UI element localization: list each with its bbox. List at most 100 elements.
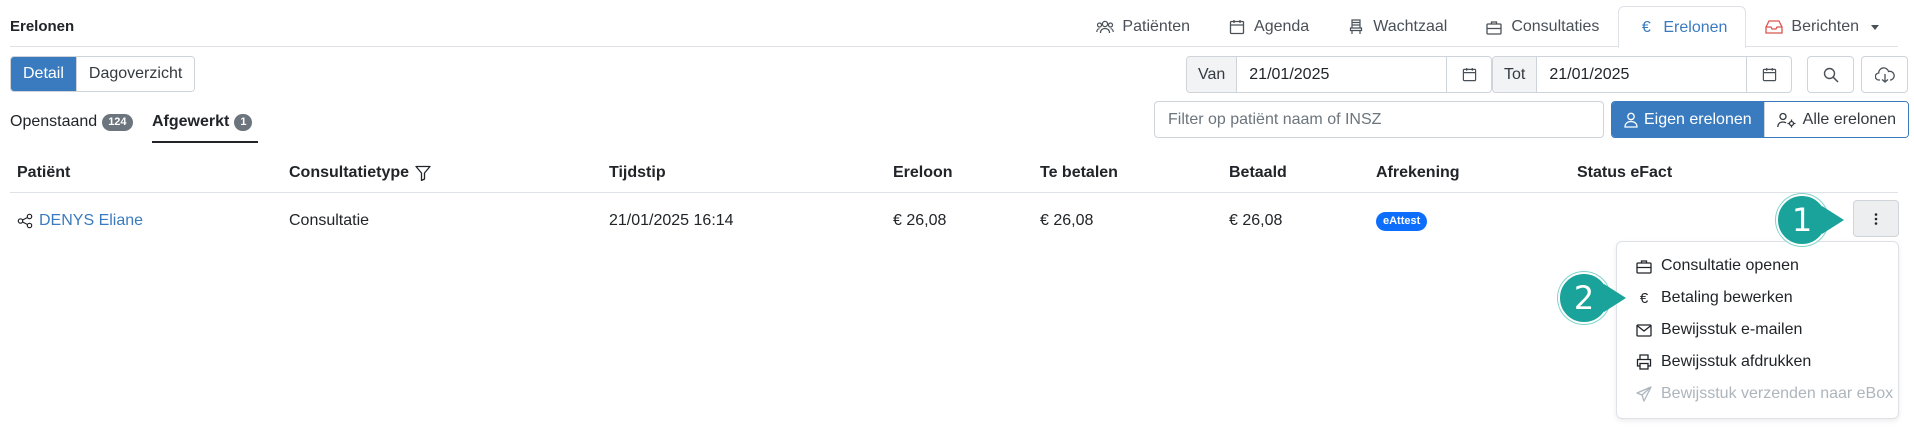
filter-icon[interactable] — [415, 165, 431, 181]
tab-label: Berichten — [1791, 18, 1859, 35]
menu-item-label: Betaling bewerken — [1661, 289, 1793, 306]
row-actions-menu: Consultatie openen € Betaling bewerken B… — [1616, 241, 1899, 419]
callout-number: 1 — [1776, 194, 1828, 246]
header-label: Status eFact — [1577, 164, 1673, 181]
date-from-group: Van 21/01/2025 — [1186, 56, 1493, 93]
users-icon — [1096, 18, 1115, 36]
euro-icon: € — [1639, 289, 1649, 307]
tab-label: Agenda — [1254, 18, 1310, 35]
callout-1: 1 — [1776, 194, 1844, 246]
fee-cell: € 26,08 — [893, 212, 947, 229]
header-label: Ereloon — [893, 164, 953, 181]
settlement-badge: eAttest — [1376, 212, 1428, 231]
button-label: Alle erelonen — [1802, 110, 1897, 128]
tab-wachtzaal[interactable]: Wachtzaal — [1328, 6, 1466, 47]
column-header-time[interactable]: Tijdstip — [609, 164, 666, 182]
tab-label: Consultaties — [1511, 18, 1600, 35]
date-to-input[interactable]: 21/01/2025 — [1537, 57, 1748, 92]
column-header-paid[interactable]: Betaald — [1229, 164, 1287, 182]
column-header-patient[interactable]: Patiënt — [17, 164, 70, 182]
user-icon — [1624, 112, 1638, 128]
envelope-icon — [1635, 321, 1653, 339]
calendar-icon[interactable] — [1747, 57, 1791, 92]
dagoverzicht-button[interactable]: Dagoverzicht — [75, 57, 195, 91]
euro-icon: € — [1641, 18, 1651, 36]
detail-button[interactable]: Detail — [11, 57, 76, 91]
row-actions-button[interactable] — [1853, 200, 1899, 237]
column-header-efact[interactable]: Status eFact — [1577, 164, 1672, 182]
tab-patienten[interactable]: Patiënten — [1077, 6, 1209, 47]
eigen-erelonen-button[interactable]: Eigen erelonen — [1612, 102, 1764, 137]
send-icon — [1635, 385, 1653, 403]
column-header-type[interactable]: Consultatietype — [289, 164, 431, 182]
inbox-icon — [1765, 18, 1784, 36]
kebab-menu-icon — [1874, 212, 1878, 226]
table-header-divider — [10, 192, 1898, 193]
menu-item-consultatie-openen[interactable]: Consultatie openen — [1617, 250, 1898, 282]
printer-icon — [1635, 353, 1653, 371]
tab-label: Patiënten — [1122, 18, 1191, 35]
paid-cell: € 26,08 — [1229, 212, 1283, 229]
header-label: Consultatietype — [289, 164, 410, 181]
main-nav: Patiënten Agenda Wachtzaal Consultaties … — [1077, 6, 1898, 48]
tab-label: Openstaand — [10, 113, 98, 130]
date-to-group: Tot 21/01/2025 — [1492, 56, 1793, 93]
time-cell: 21/01/2025 16:14 — [609, 212, 734, 229]
header-label: Te betalen — [1040, 164, 1118, 181]
date-to-label: Tot — [1493, 57, 1538, 92]
fee-scope-toggle: Eigen erelonen Alle erelonen — [1611, 101, 1910, 138]
menu-item-bewijsstuk-emailen[interactable]: Bewijsstuk e-mailen — [1617, 314, 1898, 346]
patient-filter-input[interactable] — [1154, 101, 1604, 138]
menu-item-bewijsstuk-ebox: Bewijsstuk verzenden naar eBox — [1617, 378, 1898, 410]
callout-arrow — [1822, 206, 1844, 234]
patient-link[interactable]: DENYS Eliane — [39, 212, 143, 230]
tab-berichten[interactable]: Berichten — [1746, 6, 1898, 47]
count-badge: 124 — [102, 113, 133, 131]
menu-item-label: Consultatie openen — [1661, 257, 1799, 274]
callout-2: 2 — [1558, 272, 1626, 324]
tab-agenda[interactable]: Agenda — [1209, 6, 1328, 47]
patient-cell[interactable]: DENYS Eliane — [17, 212, 143, 230]
view-toggle: Detail Dagoverzicht — [10, 56, 196, 92]
column-header-to-pay[interactable]: Te betalen — [1040, 164, 1118, 182]
search-icon — [1823, 67, 1839, 83]
cloud-download-icon — [1874, 66, 1895, 83]
date-from-input[interactable]: 21/01/2025 — [1237, 57, 1448, 92]
menu-item-betaling-bewerken[interactable]: € Betaling bewerken — [1617, 282, 1898, 314]
header-label: Tijdstip — [609, 164, 666, 181]
tab-label: Afgewerkt — [152, 113, 230, 130]
callout-number: 2 — [1558, 272, 1610, 324]
download-button[interactable] — [1861, 56, 1908, 93]
tab-label: Wachtzaal — [1373, 18, 1448, 35]
header-label: Afrekening — [1376, 164, 1460, 181]
calendar-icon — [1228, 18, 1246, 36]
column-header-settlement[interactable]: Afrekening — [1376, 164, 1460, 182]
chevron-down-icon — [1871, 24, 1879, 30]
callout-arrow — [1604, 284, 1626, 312]
alle-erelonen-button[interactable]: Alle erelonen — [1763, 102, 1909, 137]
share-icon — [17, 213, 33, 229]
column-header-fee[interactable]: Ereloon — [893, 164, 953, 182]
active-tab-underline — [152, 141, 258, 143]
users-gear-icon — [1776, 112, 1797, 128]
tab-afgewerkt[interactable]: Afgewerkt 1 — [152, 113, 253, 131]
type-cell: Consultatie — [289, 212, 370, 229]
calendar-icon[interactable] — [1447, 57, 1491, 92]
briefcase-icon — [1485, 18, 1503, 36]
tab-erelonen[interactable]: € Erelonen — [1618, 6, 1747, 48]
briefcase-icon — [1635, 257, 1653, 275]
page-title: Erelonen — [10, 18, 75, 35]
nav-divider — [10, 46, 1898, 47]
menu-item-bewijsstuk-afdrukken[interactable]: Bewijsstuk afdrukken — [1617, 346, 1898, 378]
settlement-cell: eAttest — [1376, 212, 1428, 231]
tab-consultaties[interactable]: Consultaties — [1466, 6, 1618, 47]
tab-label: Erelonen — [1663, 18, 1728, 36]
menu-item-label: Bewijsstuk e-mailen — [1661, 321, 1803, 338]
count-badge: 1 — [234, 113, 253, 131]
header-label: Patiënt — [17, 164, 71, 181]
menu-item-label: Bewijsstuk afdrukken — [1661, 353, 1812, 370]
search-button[interactable] — [1807, 56, 1854, 93]
tab-openstaand[interactable]: Openstaand 124 — [10, 113, 133, 131]
chair-icon — [1347, 18, 1365, 36]
to-pay-cell: € 26,08 — [1040, 212, 1094, 229]
